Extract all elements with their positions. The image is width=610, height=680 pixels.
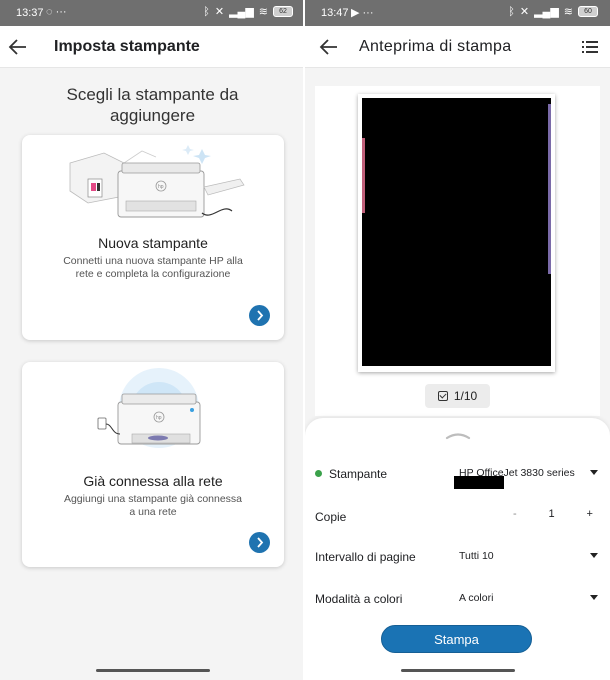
copies-label: Copie xyxy=(315,510,347,524)
chevron-right-button[interactable] xyxy=(249,305,270,326)
back-arrow-icon[interactable] xyxy=(6,35,30,59)
app-bar: Imposta stampante xyxy=(0,26,305,68)
chevron-right-icon xyxy=(257,310,264,321)
bluetooth-icon: ᛒ xyxy=(203,5,210,18)
status-time: 13:37 xyxy=(16,7,44,19)
network-printer-illustration: hp xyxy=(97,368,201,448)
page-color-edge xyxy=(548,104,551,274)
svg-text:hp: hp xyxy=(158,184,164,190)
decrement-button[interactable]: - xyxy=(513,508,517,520)
card-title: Nuova stampante xyxy=(98,235,208,251)
page-range-value: Tutti 10 xyxy=(459,550,494,562)
color-mode-value: A colori xyxy=(459,592,494,604)
mute-icon: ✕ xyxy=(214,6,225,18)
status-bar: 13:37 ◌ ··· ᛒ ✕ ▂▄▆ ≋ 62 xyxy=(0,0,305,26)
battery-icon: 62 xyxy=(273,6,293,17)
dropdown-arrow-icon xyxy=(590,553,598,558)
app-bar: Anteprima di stampa xyxy=(305,26,610,68)
setup-printer-screen: 13:37 ◌ ··· ᛒ ✕ ▂▄▆ ≋ 62 Imposta stampan… xyxy=(0,0,305,680)
printer-label: Stampante xyxy=(315,467,387,481)
print-button[interactable]: Stampa xyxy=(381,625,532,653)
wifi-icon: ≋ xyxy=(258,6,268,18)
notification-icons: ▶ ··· xyxy=(351,7,374,19)
new-printer-illustration: hp xyxy=(69,145,245,218)
bluetooth-icon: ᛒ xyxy=(508,5,515,18)
status-bar: 13:47 ▶ ··· ᛒ ✕ ▂▄▆ ≋ 60 xyxy=(305,0,610,26)
new-printer-card[interactable]: hp Nuova stampante Connetti una nuova st… xyxy=(22,135,284,340)
page-color-edge xyxy=(362,138,365,213)
signal-icon: ▂▄▆ xyxy=(229,6,254,18)
page-title: Anteprima di stampa xyxy=(359,38,512,55)
copies-stepper: - 1 + xyxy=(513,508,593,520)
signal-icon: ▂▄▆ xyxy=(534,6,559,18)
redacted-block xyxy=(454,476,504,489)
dropdown-arrow-icon xyxy=(590,595,598,600)
page-selector[interactable]: 1/10 xyxy=(425,384,490,408)
svg-text:hp: hp xyxy=(156,415,162,421)
battery-icon: 60 xyxy=(578,6,598,17)
notification-icons: ◌ ··· xyxy=(46,6,67,18)
choose-printer-heading: Scegli la stampante da aggiungere xyxy=(66,85,239,125)
page-range-row[interactable]: Intervallo di pagine Tutti 10 xyxy=(315,547,600,569)
gesture-nav-bar[interactable] xyxy=(95,669,210,672)
page-title: Imposta stampante xyxy=(54,38,200,55)
dropdown-arrow-icon xyxy=(590,470,598,475)
chevron-right-button[interactable] xyxy=(249,532,270,553)
page-preview[interactable] xyxy=(358,94,555,372)
increment-button[interactable]: + xyxy=(587,508,593,520)
page-range-label: Intervallo di pagine xyxy=(315,550,416,564)
status-time: 13:47 xyxy=(321,7,349,19)
print-settings-sheet: Stampante HP OfficeJet 3830 series Copie… xyxy=(305,418,610,680)
connected-printer-card[interactable]: hp Già connessa alla rete Aggiungi una s… xyxy=(22,362,284,567)
online-status-dot xyxy=(315,470,322,477)
chevron-right-icon xyxy=(257,537,264,548)
page-counter: 1/10 xyxy=(453,389,478,403)
sheet-handle-icon[interactable] xyxy=(445,432,471,440)
card-description: Connetti una nuova stampante HP alla ret… xyxy=(63,255,243,280)
page-content xyxy=(362,98,551,366)
back-arrow-icon[interactable] xyxy=(317,35,341,59)
wifi-icon: ≋ xyxy=(563,6,573,18)
card-title: Già connessa alla rete xyxy=(83,473,223,489)
system-icons: ᛒ ✕ ▂▄▆ ≋ 62 xyxy=(203,5,293,18)
scroll-fade xyxy=(305,604,610,612)
mute-icon: ✕ xyxy=(519,6,530,18)
card-description: Aggiungi una stampante già connessa a un… xyxy=(63,493,243,518)
copies-value: 1 xyxy=(548,508,555,520)
list-menu-icon[interactable] xyxy=(582,40,598,54)
system-icons: ᛒ ✕ ▂▄▆ ≋ 60 xyxy=(508,5,598,18)
gesture-nav-bar[interactable] xyxy=(400,669,515,672)
checkbox-icon[interactable] xyxy=(437,391,448,401)
copies-row: Copie - 1 + xyxy=(315,507,600,529)
